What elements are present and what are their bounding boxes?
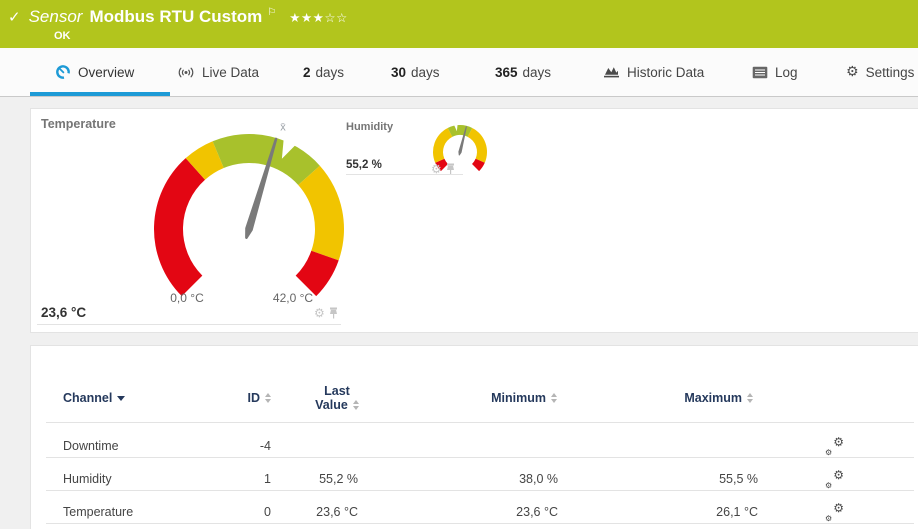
tab-label: Settings [865,64,915,80]
sort-icon [265,393,271,403]
column-label-line2: Value [315,398,348,412]
tab-label: Overview [78,64,135,80]
gear-icon: ⚙ [833,435,844,449]
gauge-segment [298,165,344,261]
gauge-segment [447,125,473,137]
cell-channel[interactable]: Temperature [63,505,133,519]
gear-icon: ⚙ [833,468,844,482]
gauge-icon [56,65,70,79]
tab-number: 2 [303,64,311,80]
tab-log[interactable]: Log [752,48,798,96]
gauge-segment [433,127,453,163]
column-header-channel[interactable]: Channel [63,391,126,405]
active-tab-underline [30,92,170,96]
cell-id: 0 [264,505,271,519]
channel-settings-button[interactable]: ⚙ ⚙ [825,501,844,523]
temperature-tile-actions: ⚙ [314,306,338,320]
gauge-segment [467,127,487,163]
gauge-average-label: x̄ [280,122,286,134]
tab-settings[interactable]: ⚙ Settings [846,48,914,96]
channel-settings-button[interactable]: ⚙ ⚙ [825,468,844,490]
column-header-last-value[interactable]: Last Value [301,384,373,412]
gauges-panel: Temperature x̄ 0,0 °C 42,0 °C 23,6 °C ⚙ … [30,108,918,333]
cell-channel[interactable]: Humidity [63,472,112,486]
cell-last-value: 23,6 °C [316,505,358,519]
tab-label: days [411,64,440,80]
sensor-title-line: ✓ Sensor Modbus RTU Custom ⚐ ★★★☆☆ [8,7,348,27]
pin-icon[interactable] [329,307,338,319]
sort-desc-icon [117,395,126,401]
status-badge: OK [54,30,71,42]
column-header-maximum[interactable]: Maximum [651,391,753,405]
column-label-line1: Last [324,384,350,398]
sort-icon [747,393,753,403]
humidity-gauge-title: Humidity [346,121,394,133]
temperature-current-value: 23,6 °C [41,305,87,320]
log-icon [752,66,768,78]
humidity-current-value: 55,2 % [346,159,382,171]
column-header-minimum[interactable]: Minimum [451,391,557,405]
tab-label: Historic Data [627,64,705,80]
tab-2-days[interactable]: 2 days [303,48,344,96]
tab-30-days[interactable]: 30 days [391,48,440,96]
column-label: Maximum [684,391,742,405]
tab-historic-data[interactable]: Historic Data [603,48,704,96]
cell-last-value: 55,2 % [319,472,358,486]
priority-flag-icon[interactable]: ⚐ [267,7,276,18]
sort-icon [352,400,359,410]
table-divider [46,422,914,423]
tab-bar: Overview Live Data 2 days 30 days 365 da… [0,48,918,97]
area-chart-icon [604,67,619,78]
sensor-status-header: ✓ Sensor Modbus RTU Custom ⚐ ★★★☆☆ OK [0,0,918,48]
tab-label: Live Data [202,64,260,80]
cell-maximum: 55,5 % [719,472,758,486]
gear-icon-small: ⚙ [825,481,833,490]
priority-stars[interactable]: ★★★☆☆ [289,10,348,25]
temperature-tile-divider [37,324,341,325]
cell-id: 1 [264,472,271,486]
sensor-title: Modbus RTU Custom [89,7,263,26]
gauge-segment [154,158,206,297]
gear-icon[interactable]: ⚙ [314,306,325,320]
table-divider [46,523,914,524]
table-divider [46,457,914,458]
tab-number: 365 [495,64,518,80]
cell-minimum: 38,0 % [519,472,558,486]
sort-icon [551,393,557,403]
live-icon [178,67,194,77]
cell-maximum: 26,1 °C [716,505,758,519]
temperature-gauge-min-label: 0,0 °C [170,291,204,305]
column-label: Minimum [491,391,546,405]
tab-live-data[interactable]: Live Data [177,48,259,96]
tab-label: days [522,64,552,80]
tab-label: days [315,64,345,80]
tab-365-days[interactable]: 365 days [495,48,551,96]
gear-icon: ⚙ [846,64,859,80]
table-divider [46,490,914,491]
column-header-id[interactable]: ID [171,391,271,405]
tab-number: 30 [391,64,407,80]
gear-icon: ⚙ [833,501,844,515]
column-label: ID [247,391,261,405]
channels-table-panel: Channel ID Last Value Minimum Maximum Do… [30,345,918,529]
humidity-tile-divider [346,174,463,175]
column-label: Channel [63,391,113,405]
cell-channel[interactable]: Downtime [63,439,119,453]
channel-settings-button[interactable]: ⚙ ⚙ [825,435,844,457]
prtg-sensor-page: ✓ Sensor Modbus RTU Custom ⚐ ★★★☆☆ OK Ov… [0,0,918,529]
gear-icon-small: ⚙ [825,448,833,457]
tab-overview[interactable]: Overview [55,48,134,96]
ok-check-icon: ✓ [8,8,21,26]
tab-label: Log [775,64,798,80]
cell-minimum: 23,6 °C [516,505,558,519]
temperature-gauge: x̄ [154,122,344,297]
temperature-gauge-title: Temperature [41,117,116,131]
temperature-gauge-max-label: 42,0 °C [272,291,314,305]
gear-icon-small: ⚙ [825,514,833,523]
cell-id: -4 [259,439,271,453]
object-kind-label: Sensor [28,7,83,26]
